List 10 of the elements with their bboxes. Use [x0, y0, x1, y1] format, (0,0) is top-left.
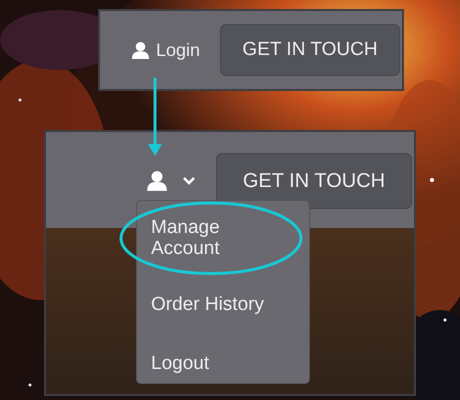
menu-item[interactable]: Manage Account: [137, 207, 309, 270]
user-icon: [130, 40, 150, 60]
login-link[interactable]: Login: [130, 36, 200, 64]
menu-item[interactable]: Logout: [137, 342, 309, 384]
get-in-touch-button[interactable]: GET IN TOUCH: [216, 153, 412, 209]
account-dropdown-button[interactable]: [146, 170, 196, 192]
get-in-touch-button[interactable]: GET IN TOUCH: [220, 24, 400, 76]
menu-item[interactable]: Order History: [137, 284, 309, 325]
user-icon: [146, 170, 168, 192]
chevron-down-icon: [182, 176, 196, 186]
